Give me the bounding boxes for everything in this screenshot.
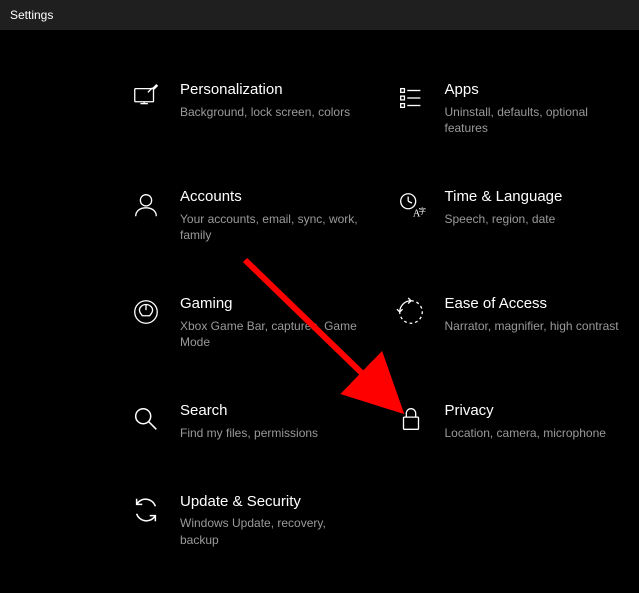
time-language-icon: A 字	[395, 189, 427, 221]
search-icon	[130, 403, 162, 435]
tile-title: Gaming	[180, 294, 365, 314]
tile-update-security[interactable]: Update & Security Windows Update, recove…	[130, 492, 365, 549]
tile-accounts[interactable]: Accounts Your accounts, email, sync, wor…	[130, 187, 365, 244]
tile-title: Ease of Access	[445, 294, 630, 314]
titlebar-title: Settings	[10, 8, 53, 22]
tile-title: Apps	[445, 80, 630, 100]
tile-title: Personalization	[180, 80, 365, 100]
tile-title: Time & Language	[445, 187, 630, 207]
tile-subtitle: Speech, region, date	[445, 211, 630, 228]
ease-of-access-icon	[395, 296, 427, 328]
lock-icon	[395, 403, 427, 435]
tile-subtitle: Windows Update, recovery, backup	[180, 515, 365, 549]
tile-subtitle: Narrator, magnifier, high contrast	[445, 318, 630, 335]
tile-subtitle: Uninstall, defaults, optional features	[445, 104, 630, 138]
tile-apps[interactable]: Apps Uninstall, defaults, optional featu…	[395, 80, 630, 137]
tile-subtitle: Xbox Game Bar, captures, Game Mode	[180, 318, 365, 352]
tile-subtitle: Find my files, permissions	[180, 425, 365, 442]
tile-title: Privacy	[445, 401, 630, 421]
svg-text:字: 字	[418, 206, 426, 216]
tile-title: Search	[180, 401, 365, 421]
tile-title: Accounts	[180, 187, 365, 207]
tile-title: Update & Security	[180, 492, 365, 512]
gaming-icon	[130, 296, 162, 328]
tile-subtitle: Location, camera, microphone	[445, 425, 630, 442]
settings-grid-container: Personalization Background, lock screen,…	[0, 30, 639, 549]
accounts-icon	[130, 189, 162, 221]
tile-gaming[interactable]: Gaming Xbox Game Bar, captures, Game Mod…	[130, 294, 365, 351]
tile-time-language[interactable]: A 字 Time & Language Speech, region, date	[395, 187, 630, 244]
tile-ease-of-access[interactable]: Ease of Access Narrator, magnifier, high…	[395, 294, 630, 351]
apps-icon	[395, 82, 427, 114]
tile-privacy[interactable]: Privacy Location, camera, microphone	[395, 401, 630, 441]
tile-subtitle: Background, lock screen, colors	[180, 104, 365, 121]
update-security-icon	[130, 494, 162, 526]
tile-personalization[interactable]: Personalization Background, lock screen,…	[130, 80, 365, 137]
tile-subtitle: Your accounts, email, sync, work, family	[180, 211, 365, 245]
personalization-icon	[130, 82, 162, 114]
tile-search[interactable]: Search Find my files, permissions	[130, 401, 365, 441]
titlebar: Settings	[0, 0, 639, 30]
